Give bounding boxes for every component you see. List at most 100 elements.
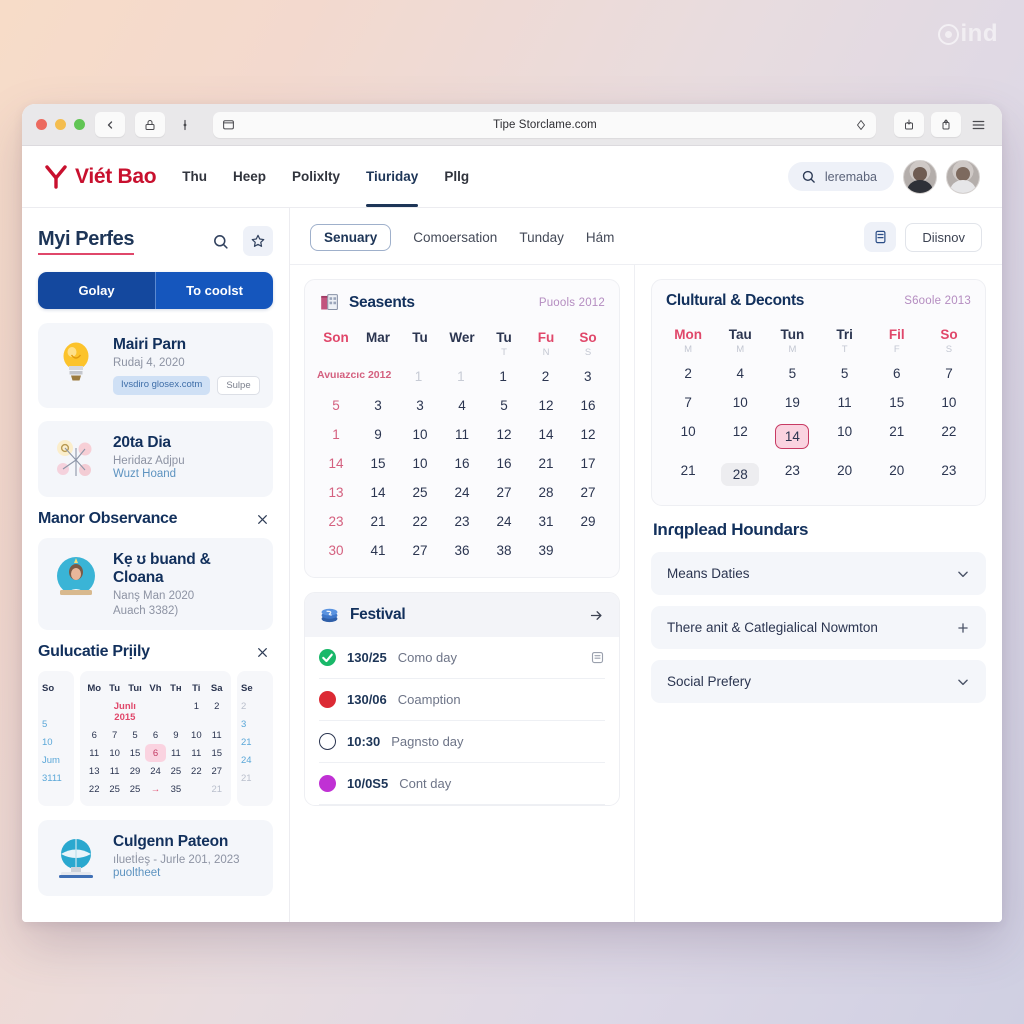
mini-cell[interactable]: 3111 xyxy=(42,769,62,787)
window-controls[interactable] xyxy=(36,119,85,130)
mini-cell[interactable]: 21 xyxy=(241,769,252,787)
day-cell[interactable]: 39 xyxy=(525,536,567,565)
mini-cell[interactable]: 6 xyxy=(145,726,165,744)
day-cell[interactable]: 28 xyxy=(525,478,567,507)
day-cell[interactable]: 12 xyxy=(483,420,525,449)
day-cell[interactable]: 24 xyxy=(483,507,525,536)
diisnov-button[interactable]: Diisnov xyxy=(905,222,982,252)
day-cell[interactable]: 7 xyxy=(923,359,975,388)
search-icon[interactable] xyxy=(205,226,235,256)
mini-cell[interactable]: 2 xyxy=(241,697,246,715)
day-cell[interactable]: 11 xyxy=(441,420,483,449)
download-icon[interactable] xyxy=(894,112,924,137)
mini-cell[interactable]: 35 xyxy=(166,780,186,798)
mini-cell[interactable]: 10 xyxy=(186,726,206,744)
mini-cell[interactable]: 6 xyxy=(84,726,104,744)
day-cell[interactable]: 30 xyxy=(315,536,357,565)
day-cell[interactable]: 21 xyxy=(871,417,923,456)
list-item[interactable]: 10:30 Pagnsto day xyxy=(319,721,605,763)
brand-logo[interactable]: Viét Bao xyxy=(44,164,157,190)
nav-item-heep[interactable]: Heep xyxy=(233,146,266,207)
day-cell[interactable]: 31 xyxy=(525,507,567,536)
mini-cell[interactable]: 7 xyxy=(104,726,124,744)
day-cell-selected[interactable]: 14 xyxy=(775,424,810,449)
mini-cell[interactable]: 25 xyxy=(104,780,124,798)
day-cell[interactable]: 1 xyxy=(315,420,357,449)
mini-cell[interactable]: 21 xyxy=(207,780,227,798)
mini-cell[interactable]: 29 xyxy=(125,762,145,780)
list-item[interactable]: Kẹ ʊ buand & Cloana Nanş Man 2020 Auach … xyxy=(38,538,273,630)
day-cell[interactable]: 15 xyxy=(357,449,399,478)
share-icon[interactable] xyxy=(931,112,961,137)
day-cell[interactable]: 1 xyxy=(482,362,524,391)
day-cell[interactable]: 16 xyxy=(441,449,483,478)
list-item[interactable]: 130/25 Como day xyxy=(319,637,605,679)
mini-cell[interactable]: 27 xyxy=(207,762,227,780)
day-cell[interactable]: 4 xyxy=(714,359,766,388)
day-cell-selected-wrap[interactable]: 14 xyxy=(766,417,818,456)
mini-cell[interactable]: 11 xyxy=(104,762,124,780)
day-cell[interactable]: 27 xyxy=(399,536,441,565)
close-icon[interactable] xyxy=(252,511,273,528)
day-cell[interactable]: 16 xyxy=(567,391,609,420)
tab-senuary[interactable]: Senuary xyxy=(310,223,392,251)
list-item[interactable]: 20ta Dia Heridaz Adjpu Wuzt Hoand xyxy=(38,421,273,497)
day-cell[interactable]: 14 xyxy=(357,478,399,507)
accordion-item-social-prefery[interactable]: Social Prefery xyxy=(651,660,986,703)
day-cell[interactable]: 10 xyxy=(399,449,441,478)
day-cell[interactable]: 15 xyxy=(871,388,923,417)
hamburger-menu-icon[interactable] xyxy=(968,112,988,137)
day-cell[interactable]: 23 xyxy=(315,507,357,536)
close-icon[interactable] xyxy=(252,644,273,661)
day-cell[interactable]: 10 xyxy=(714,388,766,417)
back-button[interactable] xyxy=(95,112,125,137)
mini-cell[interactable]: 22 xyxy=(84,780,104,798)
mini-cell[interactable]: 11 xyxy=(166,744,186,762)
day-cell[interactable]: 7 xyxy=(662,388,714,417)
mini-cell[interactable]: 25 xyxy=(125,780,145,798)
list-item-link[interactable]: puoltheet xyxy=(113,867,240,879)
list-item[interactable]: Mairi Parn Rudaj 4, 2020 Ivsdiro glosex.… xyxy=(38,323,273,408)
day-cell[interactable]: 3 xyxy=(567,362,609,391)
day-cell[interactable]: 10 xyxy=(662,417,714,456)
close-window-button[interactable] xyxy=(36,119,47,130)
segment-golay[interactable]: Golay xyxy=(38,272,155,309)
tag[interactable]: Sulpe xyxy=(217,376,260,395)
mini-cell[interactable]: 21 xyxy=(241,733,252,751)
day-cell[interactable]: 22 xyxy=(923,417,975,456)
day-cell[interactable]: 24 xyxy=(441,478,483,507)
day-cell[interactable]: 41 xyxy=(357,536,399,565)
day-cell-shaded-wrap[interactable]: 28 xyxy=(714,456,766,493)
day-cell[interactable]: 11 xyxy=(819,388,871,417)
mini-cell[interactable]: 10 xyxy=(104,744,124,762)
avatar[interactable] xyxy=(903,159,937,194)
mini-cell[interactable]: 3 xyxy=(241,715,246,733)
tab-tunday[interactable]: Tunday xyxy=(519,230,564,245)
tab-ham[interactable]: Hám xyxy=(586,230,615,245)
day-cell-shaded[interactable]: 28 xyxy=(721,463,760,486)
mini-cell[interactable]: 9 xyxy=(166,726,186,744)
mini-cell[interactable]: 22 xyxy=(186,762,206,780)
chevron-down-icon[interactable] xyxy=(956,677,970,687)
day-cell[interactable]: 12 xyxy=(714,417,766,456)
mini-cell[interactable]: 1 xyxy=(186,697,206,726)
list-item[interactable]: 10/0S5 Cont day xyxy=(319,763,605,805)
mini-cell[interactable]: 11 xyxy=(84,744,104,762)
day-cell[interactable]: 3 xyxy=(399,391,441,420)
mini-cell-arrow[interactable]: → xyxy=(145,780,165,798)
mini-cell[interactable]: 25 xyxy=(166,762,186,780)
mini-cell[interactable] xyxy=(186,780,206,798)
day-cell[interactable]: 14 xyxy=(315,449,357,478)
day-cell[interactable]: 21 xyxy=(525,449,567,478)
list-item[interactable]: Culgenn Pateon ıluetİeş - Jurle 201, 202… xyxy=(38,820,273,896)
avatar[interactable] xyxy=(946,159,980,194)
mini-cell[interactable]: 2 xyxy=(207,697,227,726)
nav-item-thu[interactable]: Thu xyxy=(182,146,207,207)
mini-cell[interactable]: 13 xyxy=(84,762,104,780)
mini-calendar[interactable]: So 5 10 Jum 3111 Mo Tu Tuı Vh Tн Ti Sa J… xyxy=(38,671,273,806)
address-bar[interactable]: Tipe Storclame.com xyxy=(213,111,876,138)
day-cell[interactable]: 38 xyxy=(483,536,525,565)
minimize-window-button[interactable] xyxy=(55,119,66,130)
plus-icon[interactable] xyxy=(956,621,970,635)
day-cell[interactable]: 2 xyxy=(524,362,566,391)
